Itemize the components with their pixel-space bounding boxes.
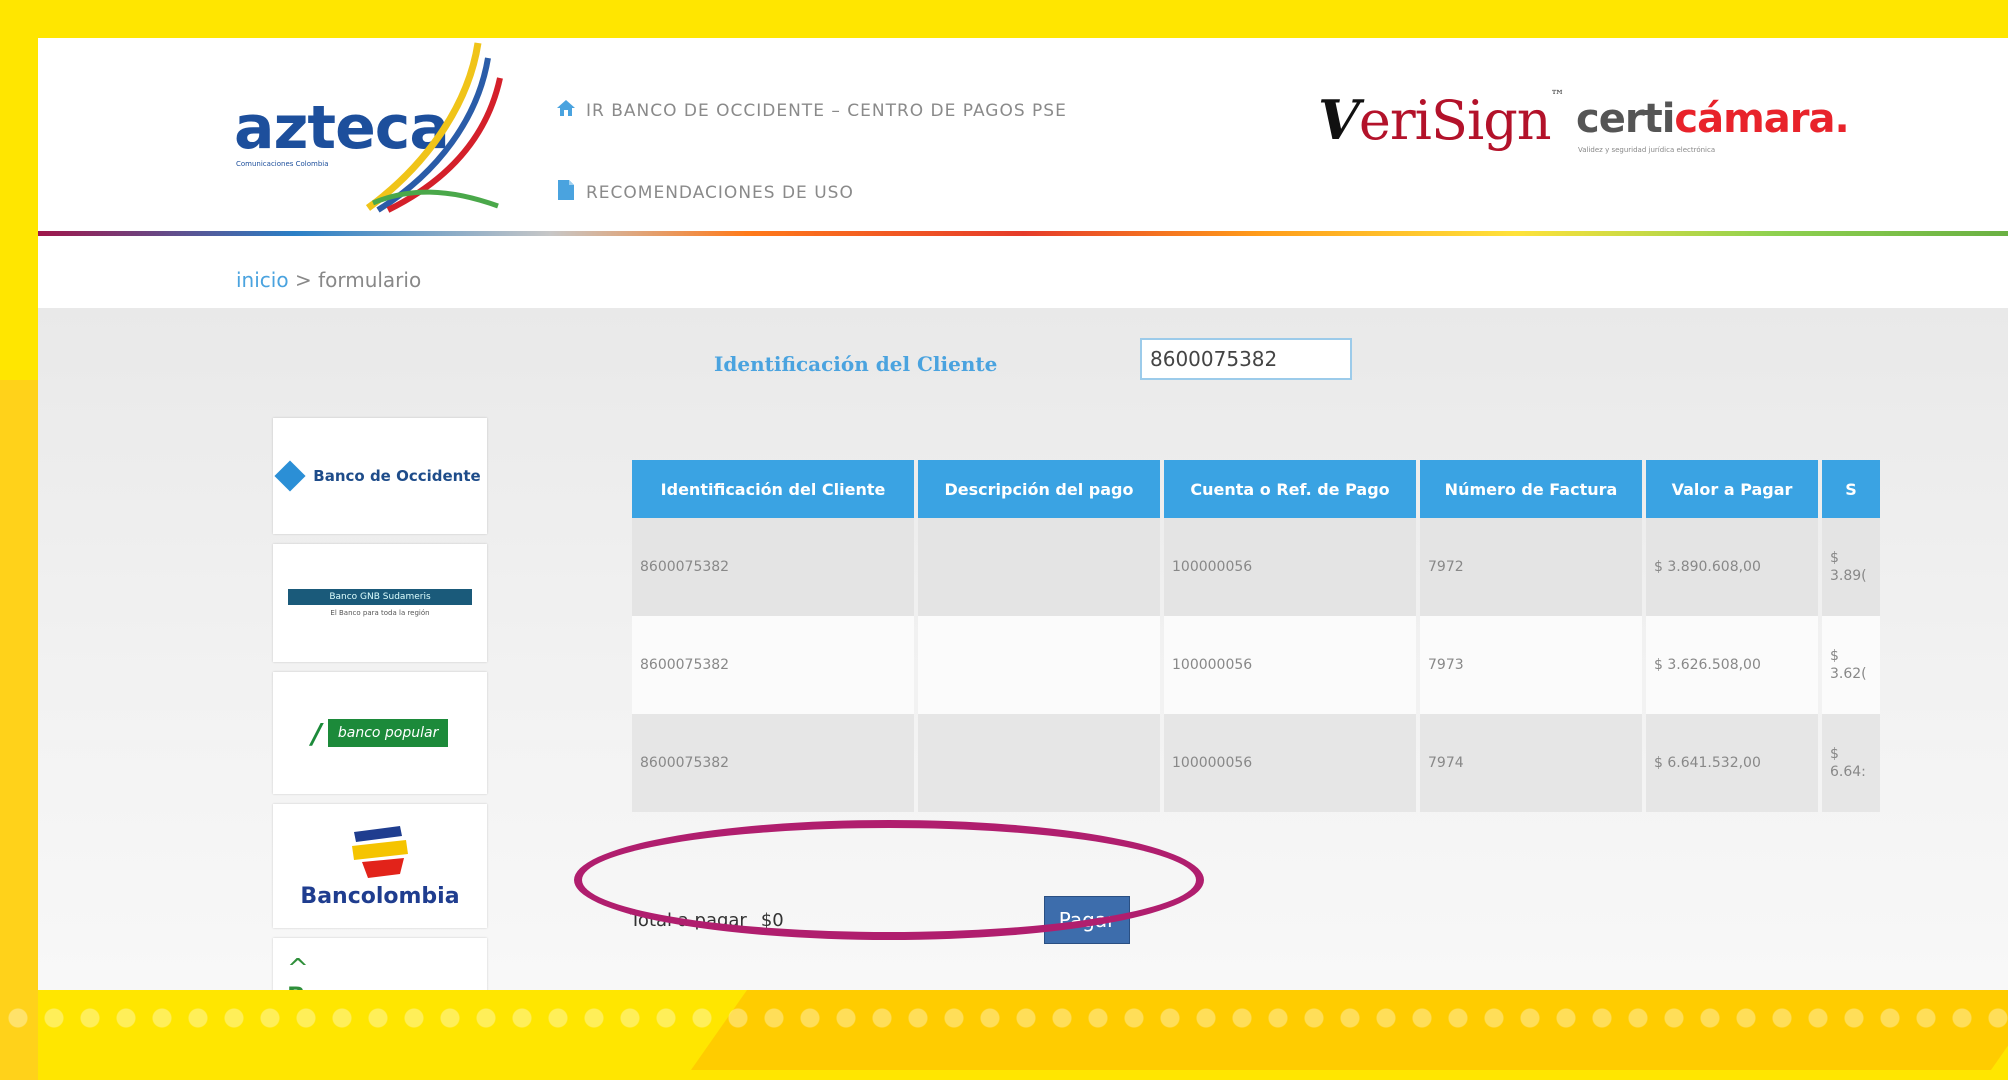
bank-logo-bancoomeva[interactable]: ^ Bancoomeva: [273, 938, 487, 990]
occidente-diamond-icon: [274, 460, 306, 492]
cell-client-id: 8600075382: [632, 616, 914, 714]
azteca-swoosh-icon: [365, 42, 503, 213]
table-header-row: Identificación del Cliente Descripción d…: [632, 460, 1880, 518]
bancoomeva-leaf-icon: ^: [287, 954, 309, 984]
certicamara-tagline: Validez y seguridad jurídica electrónica: [1578, 146, 1716, 154]
bank-tagline: El Banco para toda la región: [330, 609, 430, 617]
client-id-label: Identificación del Cliente: [714, 352, 998, 376]
bank-logo-gnb-sudameris[interactable]: Banco GNB Sudameris El Banco para toda l…: [273, 544, 487, 662]
bancolombia-flag-icon: [352, 825, 408, 878]
verisign-logo: VeriSign™: [1318, 88, 1565, 152]
home-icon: [556, 98, 576, 123]
breadcrumb: inicio > formulario: [236, 268, 421, 292]
azteca-logo-subtitle: Comunicaciones Colombia: [236, 160, 329, 168]
bank-name: Banco GNB Sudameris: [288, 589, 472, 605]
breadcrumb-home[interactable]: inicio: [236, 268, 289, 292]
breadcrumb-current: formulario: [318, 268, 422, 292]
bank-logo-popular[interactable]: / banco popular: [273, 672, 487, 794]
column-header: Número de Factura: [1420, 460, 1642, 518]
cell-invoice: 7972: [1420, 518, 1642, 616]
nav-link-label: RECOMENDACIONES DE USO: [586, 182, 854, 203]
column-header: Valor a Pagar: [1646, 460, 1818, 518]
nav-link-banco-occidente[interactable]: IR BANCO DE OCCIDENTE – CENTRO DE PAGOS …: [556, 98, 1067, 123]
cell-reference: 100000056: [1164, 714, 1416, 812]
cell-description: [918, 616, 1160, 714]
cell-amount: $ 3.626.508,00: [1646, 616, 1818, 714]
document-icon: [556, 178, 576, 207]
breadcrumb-separator: >: [294, 268, 312, 292]
bank-name: Bancoomeva: [287, 982, 459, 990]
table-row[interactable]: 8600075382 100000056 7973 $ 3.626.508,00…: [632, 616, 1880, 714]
column-header: Descripción del pago: [918, 460, 1160, 518]
cell-reference: 100000056: [1164, 616, 1416, 714]
cell-amount: $ 3.890.608,00: [1646, 518, 1818, 616]
cell-truncated: $3.62(: [1822, 616, 1880, 714]
cell-truncated: $6.64:: [1822, 714, 1880, 812]
certicamara-logo: certicámara.: [1576, 96, 1850, 142]
cell-description: [918, 518, 1160, 616]
cell-amount: $ 6.641.532,00: [1646, 714, 1818, 812]
site-header: azteca Comunicaciones Colombia IR BANCO …: [38, 38, 2008, 236]
cell-invoice: 7973: [1420, 616, 1642, 714]
frame-dots: [0, 1000, 2008, 1033]
table-row[interactable]: 8600075382 100000056 7974 $ 6.641.532,00…: [632, 714, 1880, 812]
color-stripe: [38, 231, 2008, 236]
bank-name: Banco de Occidente: [313, 467, 481, 485]
column-header: Identificación del Cliente: [632, 460, 914, 518]
column-header: Cuenta o Ref. de Pago: [1164, 460, 1416, 518]
cell-client-id: 8600075382: [632, 714, 914, 812]
table-row[interactable]: 8600075382 100000056 7972 $ 3.890.608,00…: [632, 518, 1880, 616]
bank-name: Bancolombia: [300, 883, 460, 909]
nav-link-recomendaciones[interactable]: RECOMENDACIONES DE USO: [556, 178, 854, 207]
frame-decoration: [0, 380, 38, 1080]
bank-logo-occidente[interactable]: Banco de Occidente: [273, 418, 487, 534]
payments-table: Identificación del Cliente Descripción d…: [628, 460, 1884, 812]
cell-truncated: $3.89(: [1822, 518, 1880, 616]
client-id-input[interactable]: [1140, 338, 1352, 380]
popular-stripes-icon: /: [311, 716, 322, 750]
bank-logo-bancolombia[interactable]: Bancolombia: [273, 804, 487, 928]
cell-client-id: 8600075382: [632, 518, 914, 616]
nav-link-label: IR BANCO DE OCCIDENTE – CENTRO DE PAGOS …: [586, 100, 1067, 121]
cell-invoice: 7974: [1420, 714, 1642, 812]
bank-name: banco popular: [327, 719, 449, 747]
highlight-ellipse: [574, 820, 1204, 940]
column-header: S: [1822, 460, 1880, 518]
cell-description: [918, 714, 1160, 812]
cell-reference: 100000056: [1164, 518, 1416, 616]
